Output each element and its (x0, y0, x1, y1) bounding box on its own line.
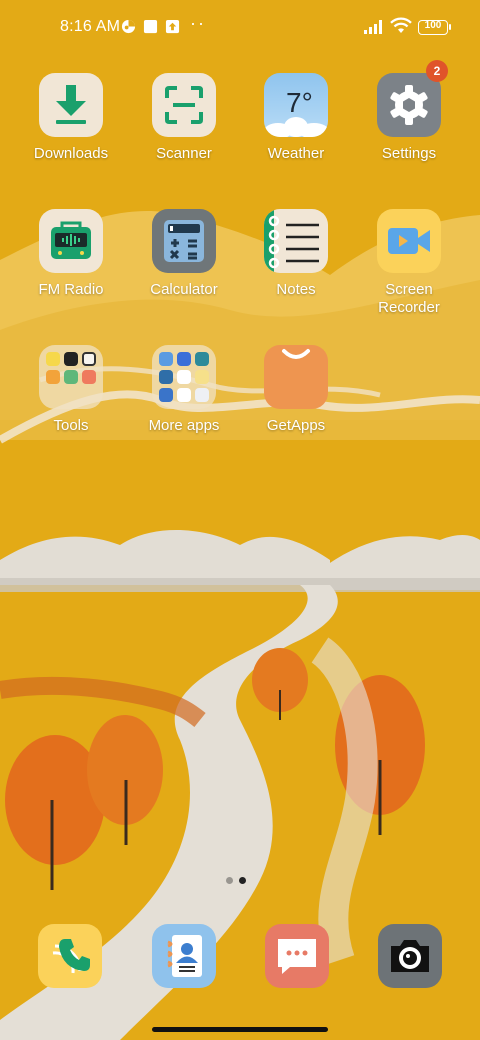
app-downloads[interactable]: Downloads (15, 73, 127, 163)
compass-icon (82, 352, 96, 366)
assistant-icon (195, 388, 209, 402)
mini-app-icon (82, 370, 96, 384)
vpn-icon (121, 19, 136, 34)
app-label-fm-radio: FM Radio (38, 281, 104, 298)
app-scanner[interactable]: Scanner (128, 73, 240, 163)
upload-notification-icon (165, 19, 180, 34)
headphones-icon (46, 370, 60, 384)
mini-app-icon (177, 370, 191, 384)
app-label-screen-recorder: Screen Recorder (378, 281, 440, 316)
contacts-icon[interactable] (152, 924, 216, 988)
dock (0, 924, 480, 988)
app-label-downloads: Downloads (33, 145, 109, 162)
app-screen-recorder[interactable]: Screen Recorder (353, 209, 465, 317)
mini-app-icon (64, 352, 78, 366)
app-label-weather: Weather (267, 145, 325, 162)
app-settings[interactable]: 2 Settings (353, 60, 465, 163)
phone-icon[interactable] (38, 924, 102, 988)
shopping-bag-icon (264, 345, 328, 409)
radio-icon (39, 209, 103, 273)
folder-icon (152, 345, 216, 409)
notification-badge: 2 (426, 60, 448, 82)
app-label-tools: Tools (53, 417, 89, 434)
app-label-notes: Notes (276, 281, 316, 298)
message-icon[interactable] (265, 924, 329, 988)
folder-tools[interactable]: Tools (15, 345, 127, 435)
clock: 8:16 AM (60, 18, 121, 35)
empty-slot (46, 388, 60, 402)
mini-app-icon (195, 370, 209, 384)
page-indicator (226, 877, 246, 884)
wifi-icon (390, 17, 412, 33)
app-label-more-apps: More apps (148, 417, 220, 434)
calculator-icon (152, 209, 216, 273)
folder-more-apps[interactable]: More apps (128, 345, 240, 435)
facebook-icon (177, 352, 191, 366)
app-weather[interactable]: 7° Weather (240, 73, 352, 163)
signal-icon (364, 20, 382, 34)
app-fm-radio[interactable]: FM Radio (15, 209, 127, 299)
app-label-getapps: GetApps (266, 417, 326, 434)
more-notifications-icon: ·· (190, 13, 206, 33)
status-bar: 8:16 AM ·· 100 (0, 0, 480, 56)
battery-level: 100 (424, 20, 442, 31)
square-notification-icon (143, 19, 158, 34)
gear-icon: 2 (377, 60, 448, 137)
video-camera-icon (377, 209, 441, 273)
mini-app-icon (159, 352, 173, 366)
play-store-icon (177, 388, 191, 402)
linkedin-icon (159, 370, 173, 384)
home-gesture-bar[interactable] (152, 1027, 328, 1032)
app-label-scanner: Scanner (156, 145, 212, 162)
battery-icon: 100 (418, 20, 451, 35)
camera-icon[interactable] (378, 924, 442, 988)
mini-app-icon (159, 388, 173, 402)
weather-icon: 7° (264, 73, 328, 137)
app-label-settings: Settings (381, 145, 437, 162)
notes-icon (264, 209, 328, 273)
app-getapps[interactable]: GetApps (240, 345, 352, 435)
download-icon (39, 73, 103, 137)
app-notes[interactable]: Notes (240, 209, 352, 299)
page-dot (226, 877, 233, 884)
app-label-calculator: Calculator (150, 281, 218, 298)
app-calculator[interactable]: Calculator (128, 209, 240, 299)
folder-icon (39, 345, 103, 409)
page-dot-active (239, 877, 246, 884)
mini-app-icon (195, 352, 209, 366)
scanner-icon (152, 73, 216, 137)
mini-app-icon (46, 352, 60, 366)
mini-app-icon (64, 370, 78, 384)
